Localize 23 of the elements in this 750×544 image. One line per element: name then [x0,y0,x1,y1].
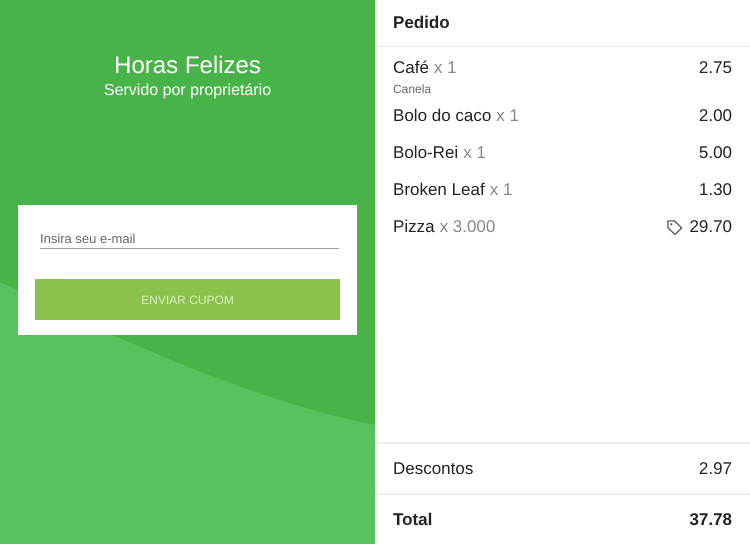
item-price: 5.00 [698,142,732,164]
discounts-value: 2.97 [698,458,732,478]
item-price: 1.30 [698,179,732,201]
item-name: Bolo-Rei [393,142,458,164]
promo-title: Horas Felizes [114,51,261,81]
item-quantity: x 1 [496,105,519,127]
item-price: 2.00 [698,105,732,127]
item-quantity: x 1 [490,179,512,201]
item-quantity: x 3.000 [440,216,496,238]
item-name: Café [393,57,429,79]
item-quantity: x 1 [463,142,486,164]
total-value: 37.78 [689,510,732,530]
item-name: Pizza [393,216,435,238]
item-price: 29.70 [689,216,732,238]
item-price: 2.75 [698,57,732,79]
item-quantity: x 1 [434,57,457,79]
item-name: Bolo do caco [393,105,492,127]
promo-subtitle: Servido por proprietário [104,81,272,101]
discounts-label: Descontos [393,458,474,478]
item-name: Broken Leaf [393,179,485,201]
total-label: Total [393,510,432,530]
item-note: Canela [393,82,432,96]
order-title: Pedido [393,13,450,32]
